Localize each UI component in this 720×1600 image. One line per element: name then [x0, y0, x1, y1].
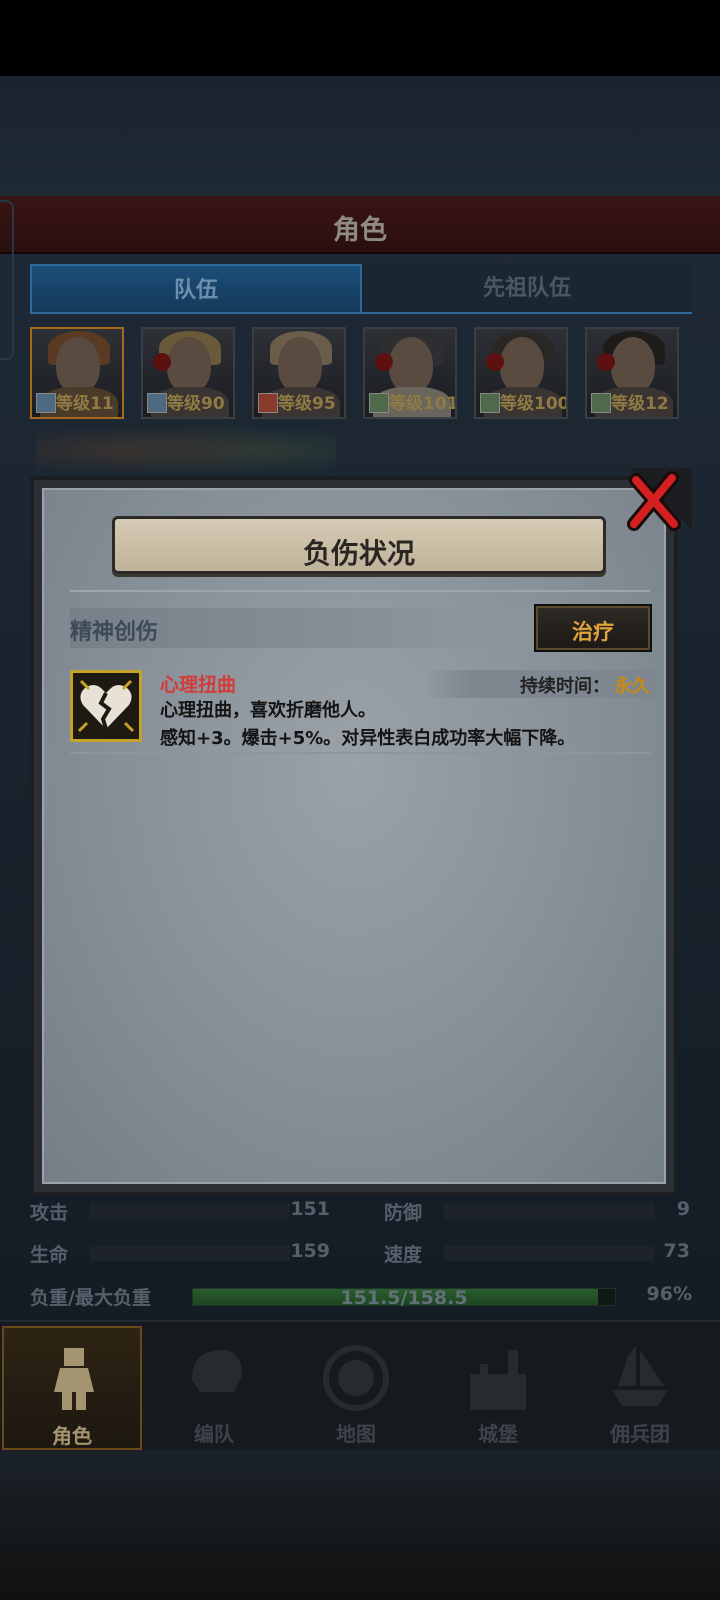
team-member-portrait[interactable]: 等级101 [363, 327, 457, 419]
portrait-face [167, 337, 211, 393]
stat-track [444, 1245, 654, 1261]
stat-label: 攻击 [30, 1202, 69, 1224]
trauma-entry-icon [70, 670, 142, 742]
tab-team[interactable]: 队伍 [30, 264, 362, 314]
tab-ancestor-team[interactable]: 先祖队伍 [362, 264, 692, 314]
stat-speed: 速度 73 [384, 1236, 690, 1270]
class-sword-icon [36, 393, 56, 413]
nav-label: 佣兵团 [610, 1422, 670, 1446]
team-member-portrait[interactable]: 等级90 [141, 327, 235, 419]
stat-value: 159 [290, 1240, 330, 1262]
side-drawer-handle[interactable] [0, 200, 14, 360]
duration-label: 持续时间： [520, 676, 610, 697]
helmet-icon [192, 1350, 242, 1392]
treat-button[interactable]: 治疗 [534, 604, 652, 652]
injury-mark-icon [597, 353, 615, 371]
portrait-face [389, 337, 433, 393]
knight-icon [54, 1348, 94, 1410]
stat-label: 防御 [384, 1202, 423, 1224]
stat-value: 9 [676, 1198, 690, 1220]
portrait-face [56, 337, 100, 393]
nav-character[interactable]: 角色 [2, 1326, 142, 1450]
stat-track [90, 1245, 290, 1261]
stat-value: 73 [663, 1240, 690, 1262]
carry-weight-label: 负重/最大负重 [30, 1287, 151, 1309]
injury-mark-icon [375, 353, 393, 371]
portrait-face [611, 337, 655, 393]
divider [70, 590, 650, 592]
stat-label: 生命 [30, 1244, 69, 1266]
member-level: 等级101 [389, 394, 457, 414]
screen-title: 角色 [333, 215, 387, 246]
member-level: 等级100 [500, 394, 568, 414]
member-level: 等级12 [611, 394, 669, 414]
stat-defense: 防御 9 [384, 1194, 690, 1228]
class-cross-icon [591, 393, 611, 413]
member-level: 等级95 [278, 394, 336, 414]
class-cross-icon [480, 393, 500, 413]
close-icon [627, 471, 681, 531]
nav-map[interactable]: 地图 [286, 1326, 426, 1450]
stat-health: 生命 159 [30, 1236, 330, 1270]
carry-weight-percent: 96% [646, 1283, 692, 1305]
stat-track [444, 1203, 654, 1219]
member-level: 等级11 [56, 394, 114, 414]
character-art-background [36, 420, 336, 480]
broken-heart-icon [77, 679, 135, 733]
trauma-effect: 感知+3。爆击+5%。对异性表白成功率大幅下降。 [160, 728, 576, 749]
carry-weight-value: 151.5/158.5 [340, 1287, 468, 1309]
team-member-portrait[interactable]: 等级95 [252, 327, 346, 419]
nav-formation[interactable]: 编队 [144, 1326, 284, 1450]
trauma-description: 心理扭曲，喜欢折磨他人。 [160, 700, 376, 721]
member-level: 等级90 [167, 394, 225, 414]
trauma-name: 心理扭曲 [160, 674, 237, 696]
nav-label: 角色 [52, 1424, 92, 1448]
injury-mark-icon [153, 353, 171, 371]
class-horse-icon [258, 393, 278, 413]
team-member-portrait[interactable]: 等级12 [585, 327, 679, 419]
nav-label: 编队 [194, 1422, 234, 1446]
divider [70, 752, 650, 754]
portrait-face [500, 337, 544, 393]
bottom-navigation: 角色 编队 地图 城堡 佣兵团 [0, 1320, 720, 1450]
duration-value: 永久 [614, 676, 650, 697]
duration-badge: 持续时间： 永久 [424, 670, 656, 698]
nav-mercenary[interactable]: 佣兵团 [570, 1326, 710, 1450]
team-member-portrait[interactable]: 等级100 [474, 327, 568, 419]
stat-track [90, 1203, 290, 1219]
carry-weight-row: 负重/最大负重 151.5/158.5 96% [30, 1280, 692, 1314]
nav-castle[interactable]: 城堡 [428, 1326, 568, 1450]
class-cross-icon [369, 393, 389, 413]
stat-attack: 攻击 151 [30, 1194, 330, 1228]
class-sword-icon [147, 393, 167, 413]
game-screen: 角色 队伍 先祖队伍 等级11 等级90 等级95 等级101 等级100 等级… [0, 0, 720, 1600]
carry-weight-bar: 151.5/158.5 [192, 1287, 616, 1309]
screen-header: 角色 [0, 196, 720, 254]
injury-mark-icon [486, 353, 504, 371]
dialog-title-banner: 负伤状况 [112, 516, 606, 574]
dialog-title: 负伤状况 [302, 537, 415, 570]
injury-status-dialog [30, 476, 678, 1196]
stat-label: 速度 [384, 1244, 423, 1266]
treat-button-label: 治疗 [572, 620, 614, 644]
castle-icon [470, 1350, 526, 1410]
close-button[interactable] [612, 468, 692, 538]
compass-map-icon [323, 1345, 389, 1411]
section-title: 精神创伤 [70, 620, 159, 645]
ship-icon [612, 1346, 668, 1406]
team-member-portrait[interactable]: 等级11 [30, 327, 124, 419]
portrait-face [278, 337, 322, 393]
stat-value: 151 [290, 1198, 330, 1220]
nav-label: 城堡 [478, 1422, 518, 1446]
nav-label: 地图 [336, 1422, 376, 1446]
